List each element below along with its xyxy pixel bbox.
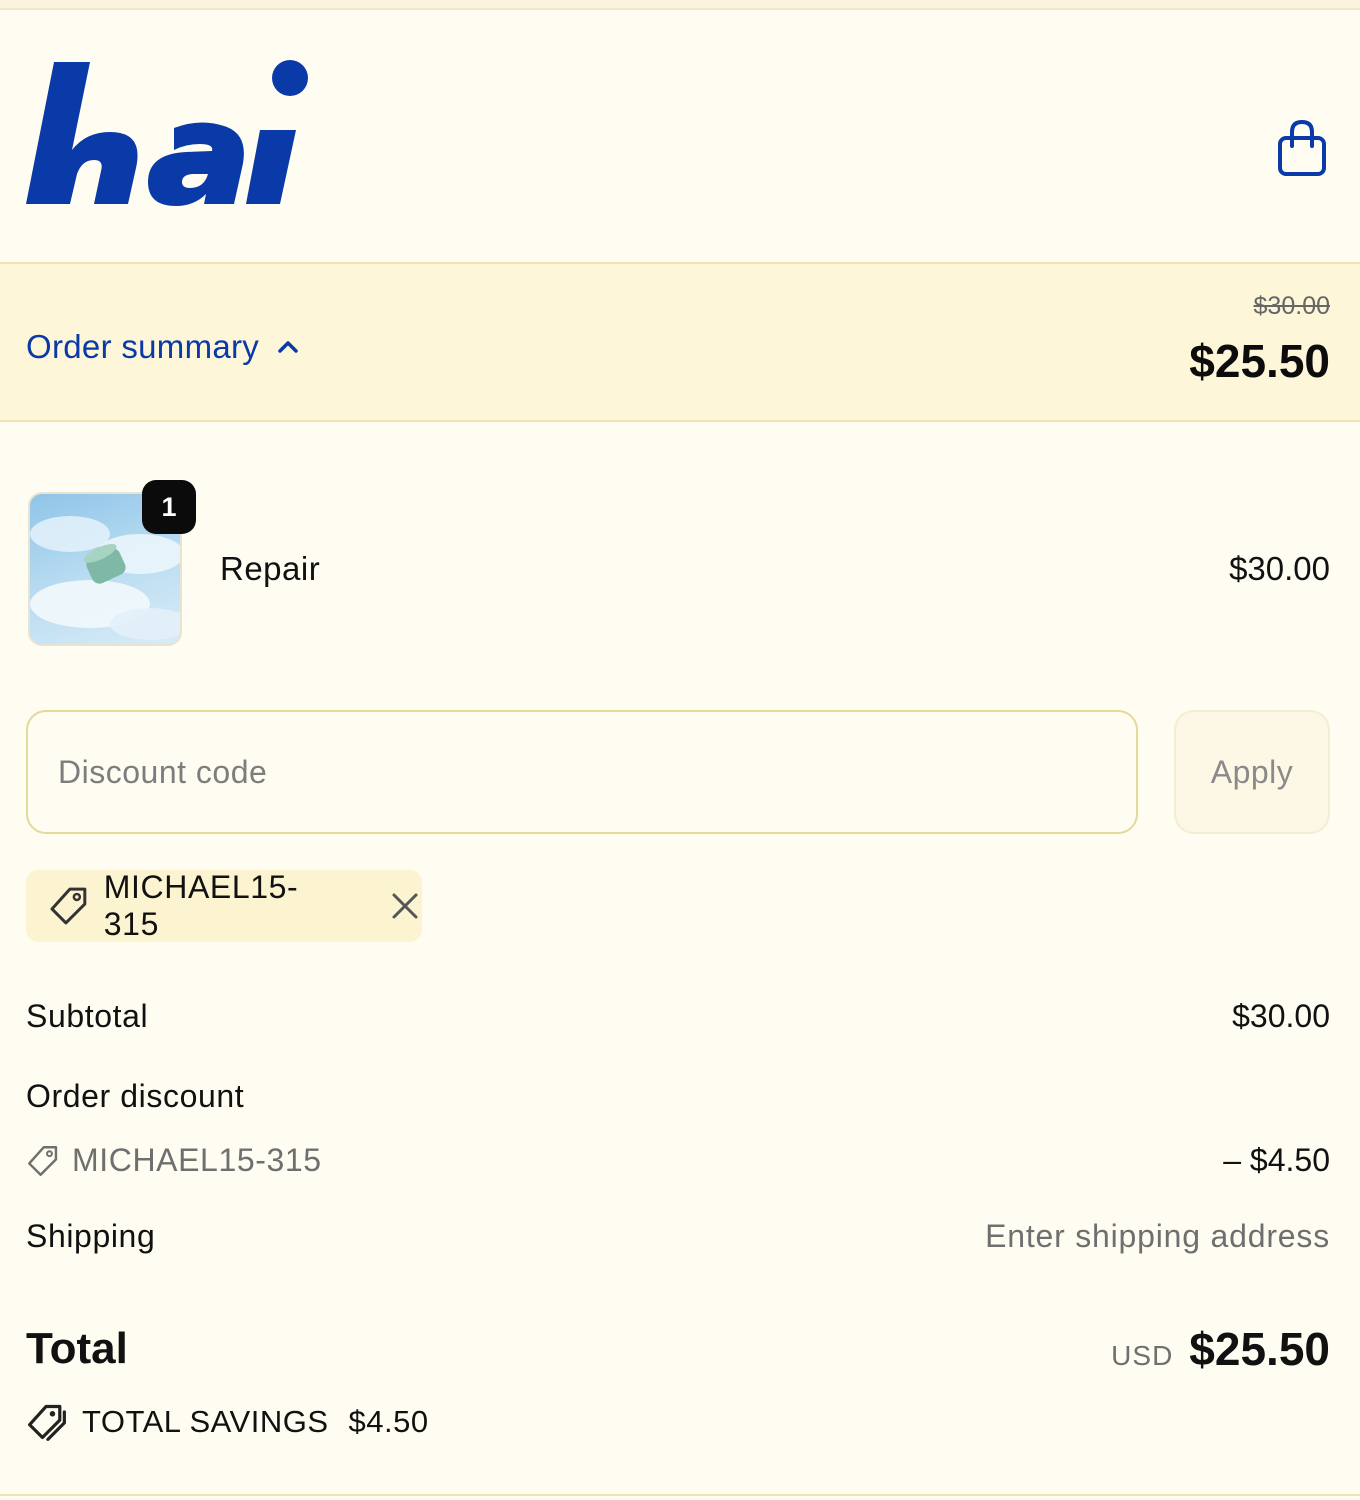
bottom-divider — [0, 1494, 1360, 1496]
top-divider — [0, 0, 1360, 10]
discount-code-text: MICHAEL15-315 — [72, 1142, 322, 1178]
discount-code-input[interactable] — [26, 710, 1138, 834]
total-savings-value: $4.50 — [348, 1404, 429, 1439]
applied-discount-chip: MICHAEL15-315 — [26, 869, 422, 942]
item-price: $30.00 — [1229, 550, 1330, 587]
discount-value: – $4.50 — [1223, 1142, 1330, 1178]
discount-code-row: MICHAEL15-315 — [26, 1142, 322, 1179]
tag-icon — [28, 1145, 58, 1176]
remove-discount-button[interactable] — [388, 889, 422, 923]
subtotal-label: Subtotal — [26, 998, 149, 1034]
order-discount-label: Order discount — [26, 1078, 245, 1114]
cart-button[interactable] — [1276, 118, 1328, 180]
order-summary-toggle[interactable]: Order summary — [26, 322, 299, 372]
total-amount-group: USD $25.50 — [1111, 1322, 1330, 1376]
total-savings: TOTAL SAVINGS $4.50 — [26, 1402, 429, 1442]
chevron-up-icon — [278, 341, 298, 353]
subtotal-value: $30.00 — [1232, 998, 1330, 1034]
total-label: Total — [26, 1324, 128, 1373]
apply-button[interactable]: Apply — [1174, 710, 1330, 834]
shopping-bag-icon — [1278, 119, 1326, 176]
order-summary-bar: Order summary $30.00 $25.50 — [0, 262, 1360, 422]
shipping-value: Enter shipping address — [985, 1218, 1330, 1254]
brand-logo[interactable] — [24, 56, 314, 211]
logo-graphic — [26, 60, 308, 206]
summary-total: $25.50 — [1189, 335, 1330, 387]
tags-icon — [28, 1404, 66, 1441]
tag-icon — [50, 887, 87, 925]
shipping-label: Shipping — [26, 1218, 156, 1254]
original-price: $30.00 — [1253, 292, 1330, 320]
applied-code-label: MICHAEL15-315 — [103, 869, 299, 942]
item-name: Repair — [220, 550, 321, 587]
currency-code: USD — [1111, 1340, 1174, 1371]
header — [0, 12, 1360, 262]
close-icon — [392, 893, 418, 919]
total-amount: $25.50 — [1189, 1323, 1330, 1375]
total-savings-label: TOTAL SAVINGS — [82, 1404, 329, 1439]
checkout-page: Order summary $30.00 $25.50 1 Repair $30… — [0, 0, 1360, 1500]
order-summary-label: Order summary — [26, 328, 260, 365]
quantity-badge: 1 — [142, 480, 196, 534]
line-item: 1 Repair $30.00 — [0, 470, 1360, 660]
